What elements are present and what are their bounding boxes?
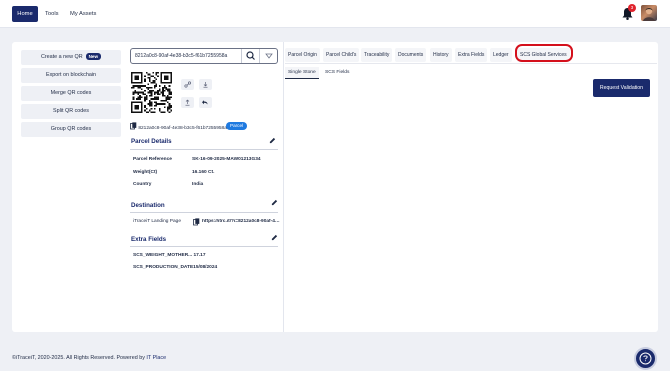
share-icon bbox=[184, 81, 192, 88]
extra-field-item: SCS_PRODUCTION_DATE15/08/2024 bbox=[133, 265, 218, 270]
edit-destination-icon[interactable] bbox=[271, 199, 278, 206]
subtab-single-stone[interactable]: Single Stone bbox=[285, 67, 319, 79]
reply-button[interactable] bbox=[199, 97, 212, 108]
divider bbox=[130, 149, 278, 150]
tab-traceability[interactable]: Traceability bbox=[361, 48, 393, 62]
tab-parcel-origin[interactable]: Parcel Origin bbox=[285, 48, 320, 62]
asset-id-row: 8212a0c8-90af-4e38-b3c5-f61b7255958a bbox=[130, 122, 227, 131]
parcel-reference-label: Parcel Reference bbox=[133, 157, 172, 162]
group-qr-button[interactable]: Group QR codes bbox=[21, 122, 121, 137]
panel-divider bbox=[283, 42, 284, 332]
tab-extra-fields[interactable]: Extra Fields bbox=[455, 48, 488, 62]
weight-value: 16.160 Ct. bbox=[192, 170, 215, 175]
country-label: Country bbox=[133, 182, 152, 187]
dropdown-button[interactable] bbox=[259, 49, 277, 63]
search-box bbox=[130, 48, 278, 64]
tab-history[interactable]: History bbox=[430, 48, 452, 62]
footer: ©iTraceiT, 2020-2025. All Rights Reserve… bbox=[12, 355, 166, 361]
extra-fields-title: Extra Fields bbox=[131, 236, 167, 243]
search-button[interactable] bbox=[241, 49, 259, 63]
country-value: India bbox=[192, 182, 204, 187]
share-button[interactable] bbox=[181, 79, 194, 90]
split-qr-button[interactable]: Split QR codes bbox=[21, 104, 121, 119]
destination-link[interactable]: https://itrc.it/?i=8212a0c8-90af-4e38-b3… bbox=[202, 219, 282, 224]
copy-link-icon[interactable] bbox=[193, 218, 200, 226]
notification-badge: 3 bbox=[628, 4, 636, 12]
request-validation-button[interactable]: Request Validation bbox=[593, 79, 650, 97]
tab-ledger[interactable]: Ledger bbox=[490, 48, 512, 62]
parcel-details-title: Parcel Details bbox=[131, 138, 172, 145]
parcel-badge: Parcel bbox=[226, 122, 248, 130]
download-icon bbox=[203, 82, 208, 88]
qr-code bbox=[131, 72, 172, 113]
nav-tools[interactable]: Tools bbox=[41, 6, 63, 22]
footer-text: ©iTraceiT, 2020-2025. All Rights Reserve… bbox=[12, 355, 145, 361]
weight-label: Weight(Ct) bbox=[133, 170, 158, 175]
top-nav: Home Tools My Assets 3 bbox=[0, 0, 670, 28]
destination-label: iTraceiT Landing Page bbox=[133, 219, 181, 224]
nav-my-assets[interactable]: My Assets bbox=[66, 6, 100, 22]
merge-qr-button[interactable]: Merge QR codes bbox=[21, 86, 121, 101]
edit-extra-fields-icon[interactable] bbox=[271, 234, 278, 241]
upload-button[interactable] bbox=[181, 97, 194, 108]
export-blockchain-button[interactable]: Export on blockchain bbox=[21, 68, 121, 83]
nav-home[interactable]: Home bbox=[12, 6, 38, 22]
create-qr-button[interactable]: Create a new QR New bbox=[21, 50, 121, 65]
tabs-underline bbox=[285, 63, 657, 64]
main-card: Create a new QR New Export on blockchain … bbox=[12, 42, 658, 332]
footer-link[interactable]: IT Place bbox=[146, 355, 166, 361]
new-badge: New bbox=[85, 53, 102, 60]
extra-field-item: SCS_WEIGHT_MOTHER... 17.17 bbox=[133, 253, 206, 258]
destination-title: Destination bbox=[131, 202, 165, 209]
tab-parcel-childs[interactable]: Parcel Child's bbox=[323, 48, 360, 62]
divider bbox=[130, 212, 278, 213]
edit-parcel-details-icon[interactable] bbox=[269, 137, 276, 144]
tab-highlight-outline bbox=[515, 44, 573, 62]
filter-icon bbox=[265, 53, 273, 59]
divider bbox=[130, 246, 278, 247]
download-button[interactable] bbox=[199, 79, 212, 90]
asset-id: 8212a0c8-90af-4e38-b3c5-f61b7255958a bbox=[138, 126, 227, 131]
chat-support-button[interactable] bbox=[634, 347, 657, 370]
search-icon bbox=[246, 51, 255, 60]
tab-documents[interactable]: Documents bbox=[395, 48, 427, 62]
upload-icon bbox=[185, 99, 190, 106]
avatar[interactable] bbox=[641, 5, 657, 21]
subtab-scs-fields[interactable]: SCS Fields bbox=[322, 67, 352, 79]
reply-icon bbox=[202, 100, 208, 105]
qr-modules bbox=[131, 72, 172, 113]
parcel-reference-value: SK-16-09-2025-MAW01213G34 bbox=[192, 157, 261, 162]
chat-icon bbox=[639, 352, 652, 365]
copy-icon[interactable] bbox=[130, 122, 137, 130]
search-input[interactable] bbox=[135, 49, 241, 63]
create-qr-label: Create a new QR bbox=[40, 54, 83, 60]
